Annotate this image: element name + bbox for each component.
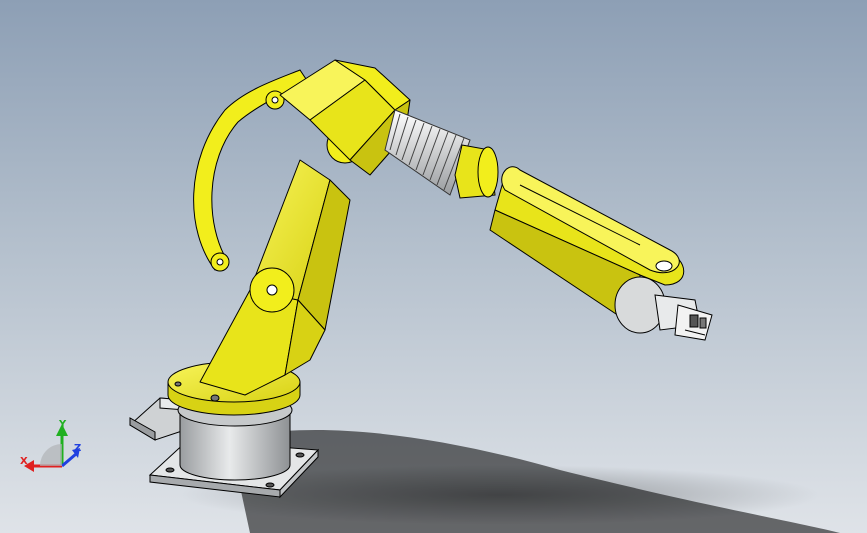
- tool-flange[interactable]: [614, 276, 713, 341]
- model-scene[interactable]: Y X Z: [0, 0, 867, 533]
- triad-z-label: Z: [74, 443, 81, 454]
- coordinate-triad: Y X Z: [20, 419, 81, 472]
- wrist-collar[interactable]: [454, 144, 499, 199]
- triad-z-axis: [61, 452, 77, 468]
- triad-plane: [40, 444, 62, 466]
- triad-y-label: Y: [58, 419, 67, 430]
- graphics-viewport[interactable]: Y X Z: [0, 0, 867, 533]
- triad-x-label: X: [20, 456, 28, 467]
